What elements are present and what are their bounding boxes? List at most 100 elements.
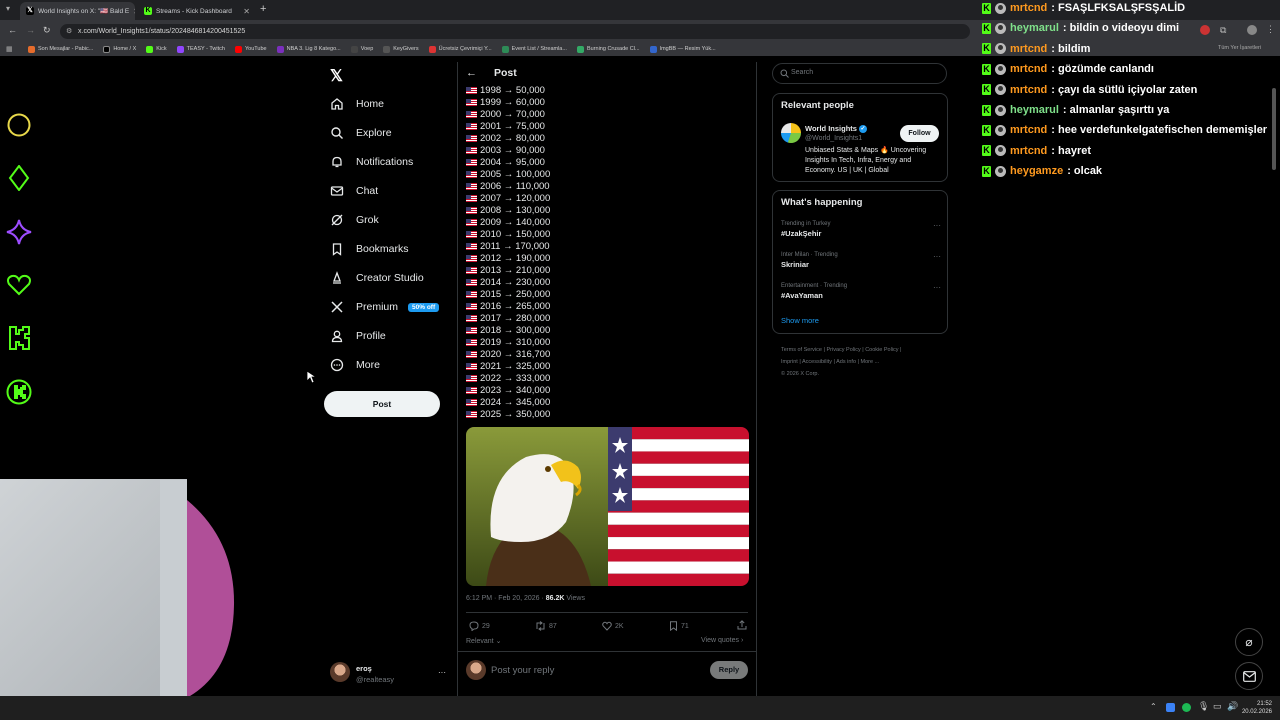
chat-username[interactable]: heygamze [1010, 165, 1063, 177]
footer-link[interactable]: Privacy Policy [826, 347, 860, 353]
world-insights-avatar[interactable] [781, 123, 801, 143]
profile-avatar[interactable] [1247, 25, 1257, 35]
x-logo-icon[interactable]: 𝕏 [330, 66, 343, 86]
account-name[interactable]: eroş [356, 664, 372, 673]
chat-username[interactable]: mrtcnd [1010, 2, 1047, 14]
reload-icon[interactable]: ↻ [43, 25, 51, 36]
address-bar[interactable]: ⚙ x.com/World_Insights1/status/202484681… [60, 24, 970, 39]
sidebar-item-explore[interactable]: Explore [330, 123, 392, 143]
extension-icon[interactable] [1200, 25, 1210, 35]
search-input[interactable]: Search [772, 63, 947, 84]
footer-link[interactable]: Accessibility [802, 359, 832, 365]
footer-link[interactable]: Terms of Service [781, 347, 822, 353]
post-image[interactable] [466, 427, 749, 586]
trend-item[interactable]: Trending in Turkey #UzakŞehir ··· [781, 221, 941, 238]
stat-line: 2023 → 340,000 [466, 385, 550, 397]
chat-username[interactable]: heymarul [1010, 104, 1059, 116]
bookmark-favicon-icon [649, 45, 657, 53]
account-menu-icon[interactable]: ··· [438, 668, 446, 677]
chat-username[interactable]: mrtcnd [1010, 124, 1047, 136]
reply-input[interactable]: Post your reply [491, 665, 554, 676]
bookmark-item[interactable]: Kick [146, 45, 167, 53]
all-bookmarks[interactable]: Tüm Yer İşaretleri [1218, 45, 1261, 51]
sidebar-item-more[interactable]: More [330, 355, 380, 375]
chat-username[interactable]: mrtcnd [1010, 43, 1047, 55]
network-icon[interactable]: ▭ [1213, 701, 1222, 712]
bookmark-item[interactable]: Home / X [103, 45, 136, 53]
sidebar-item-profile[interactable]: Profile [330, 326, 386, 346]
tab-search-icon[interactable]: ▾ [6, 4, 10, 13]
flag-stripe [608, 573, 749, 586]
back-arrow-icon[interactable]: ← [466, 67, 477, 79]
close-tab-icon[interactable]: ✕ [133, 7, 135, 16]
sidebar-item-premium[interactable]: Premium 50% off [330, 297, 440, 317]
volume-icon[interactable]: 🔊 [1227, 701, 1238, 712]
bookmark-item[interactable]: Burning Crusade Cl... [576, 45, 640, 53]
post-button[interactable]: Post [324, 391, 440, 417]
bookmark-item[interactable]: Voep [350, 45, 373, 53]
bookmark-favicon-icon [176, 45, 184, 53]
clock[interactable]: 21:52 20.02.2026 [1240, 700, 1272, 716]
extensions-puzzle-icon[interactable]: ⧉ [1220, 25, 1226, 36]
reply-button[interactable]: Reply [710, 661, 748, 679]
trend-item[interactable]: Inter Milan · Trending Skriniar ··· [781, 252, 941, 269]
footer-link[interactable]: More ... [861, 359, 880, 365]
scrollbar-thumb[interactable] [1272, 88, 1276, 170]
trend-more-icon[interactable]: ··· [933, 252, 941, 261]
back-icon[interactable]: ← [8, 25, 17, 35]
view-quotes-link[interactable]: View quotes › [701, 637, 743, 644]
reply-action[interactable]: 29 [469, 621, 490, 631]
share-action[interactable] [737, 620, 747, 630]
stat-line: 2007 → 120,000 [466, 193, 550, 205]
sidebar-item-grok[interactable]: Grok [330, 210, 379, 230]
follow-button[interactable]: Follow [900, 125, 939, 142]
bookmark-item[interactable]: Ücretsiz Çevrimiçi Y... [428, 45, 492, 53]
bookmark-item[interactable]: Son Mesajlar - Pabic... [28, 45, 93, 53]
chat-username[interactable]: mrtcnd [1010, 84, 1047, 96]
account-avatar[interactable] [330, 662, 350, 682]
like-action[interactable]: 2K [602, 621, 624, 631]
person-name[interactable]: World Insights ✓ [805, 124, 868, 134]
footer-link[interactable]: Ads info [836, 359, 856, 365]
forward-icon[interactable]: → [26, 25, 35, 35]
tab-kick-dashboard[interactable]: K Streams - Kick Dashboard ✕ [138, 2, 256, 20]
browser-menu-icon[interactable]: ⋮ [1266, 24, 1275, 35]
chat-username[interactable]: mrtcnd [1010, 63, 1047, 75]
sort-replies[interactable]: Relevant ⌄ [466, 637, 501, 645]
kick-favicon-icon: K [144, 7, 152, 15]
bookmark-item[interactable]: TEASY - Twitch [176, 45, 225, 53]
bookmark-item[interactable]: ImgBB — Resim Yük... [649, 45, 716, 53]
chat-username[interactable]: mrtcnd [1010, 145, 1047, 157]
microphone-icon[interactable]: 🎙 [1198, 701, 1209, 712]
sidebar-item-home[interactable]: Home [330, 94, 384, 114]
trend-more-icon[interactable]: ··· [933, 221, 941, 230]
tab-world-insights[interactable]: 𝕏 World Insights on X: "🇺🇸 Bald E ✕ [20, 2, 135, 20]
footer-link[interactable]: Cookie Policy [865, 347, 898, 353]
bookmark-item[interactable]: YouTube [234, 45, 267, 53]
show-more-link[interactable]: Show more [781, 316, 819, 325]
stat-line: 2014 → 230,000 [466, 277, 550, 289]
bookmark-item[interactable]: KeyGivers [383, 45, 419, 53]
sidebar-item-bookmarks[interactable]: Bookmarks [330, 239, 409, 259]
messages-fab[interactable] [1235, 662, 1263, 690]
footer-link[interactable]: Imprint [781, 359, 798, 365]
new-tab-icon[interactable]: + [260, 3, 266, 15]
sidebar-item-creator-studio[interactable]: Creator Studio [330, 268, 424, 288]
tray-chevron-icon[interactable]: ⌃ [1150, 702, 1157, 711]
bookmark-action[interactable]: 71 [669, 621, 689, 631]
bookmark-item[interactable]: NBA 3. Lig 8 Katego... [276, 45, 341, 53]
close-tab-icon[interactable]: ✕ [243, 7, 250, 16]
bookmark-item[interactable]: Event List / Streamla... [501, 45, 567, 53]
trend-item[interactable]: Entertainment · Trending #AvaYaman ··· [781, 283, 941, 300]
chat-username[interactable]: heymarul [1010, 22, 1059, 34]
apps-grid-icon[interactable]: ▦ [6, 45, 13, 53]
site-info-icon[interactable]: ⚙ [66, 24, 72, 39]
spotify-icon[interactable] [1182, 703, 1191, 712]
trend-more-icon[interactable]: ··· [933, 283, 941, 292]
sidebar-item-chat[interactable]: Chat [330, 181, 378, 201]
kick-badge-icon: K [982, 104, 991, 116]
grok-fab-icon[interactable]: ⌀ [1235, 628, 1263, 656]
sidebar-item-notifications[interactable]: Notifications [330, 152, 413, 172]
tray-app-icon[interactable] [1166, 703, 1175, 712]
repost-action[interactable]: 87 [535, 621, 557, 631]
